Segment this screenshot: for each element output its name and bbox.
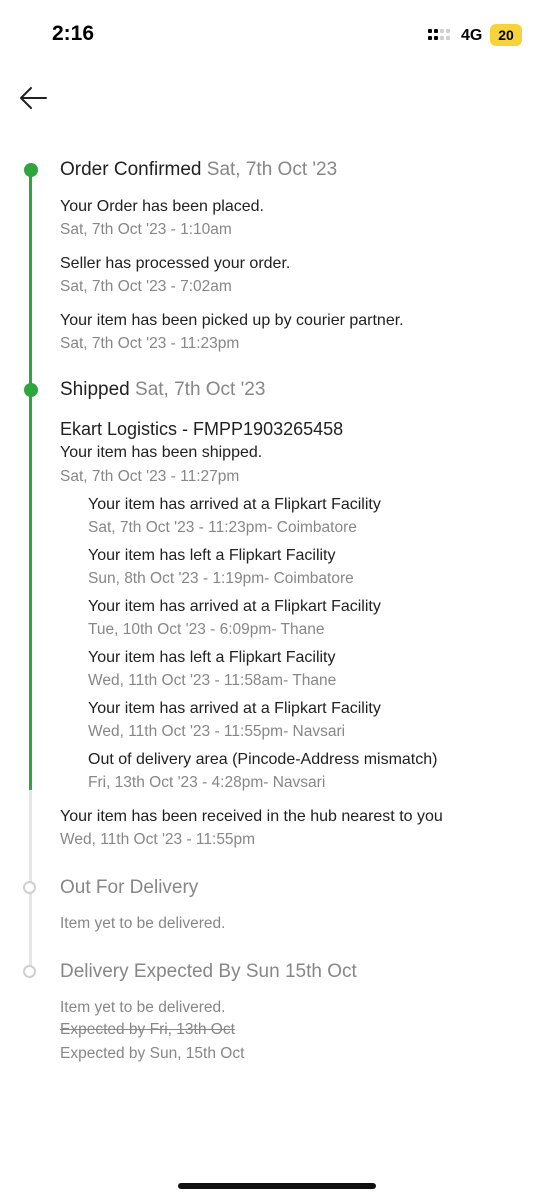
sub-event-text: Your item has arrived at a Flipkart Faci… — [88, 598, 381, 615]
event-text: Your item has been received in the hub n… — [60, 808, 443, 825]
event-text: Your item has been picked up by courier … — [60, 312, 404, 329]
event-time: Sat, 7th Oct '23 - 7:02am — [60, 278, 232, 295]
step-note: Item yet to be delivered. — [60, 999, 226, 1016]
battery-icon: 20 — [490, 24, 522, 46]
back-arrow-icon[interactable] — [18, 86, 48, 110]
sub-event-text: Your item has left a Flipkart Facility — [88, 547, 336, 564]
new-expected-date: Expected by Sun, 15th Oct — [60, 1045, 245, 1062]
timeline-track-completed — [29, 170, 32, 790]
event-time: Sat, 7th Oct '23 - 1:10am — [60, 221, 232, 238]
event-time: Sat, 7th Oct '23 - 11:23pm — [60, 335, 240, 352]
event-time: Wed, 11th Oct '23 - 11:55pm — [60, 831, 256, 848]
sub-event-time: Sun, 8th Oct '23 - 1:19pm- Coimbatore — [88, 570, 354, 587]
step-order-confirmed-heading: Order Confirmed Sat, 7th Oct '23 — [60, 159, 337, 181]
signal-icon — [428, 29, 452, 45]
step-note: Item yet to be delivered. — [60, 915, 226, 932]
home-indicator[interactable] — [178, 1183, 376, 1189]
courier-tracking-id[interactable]: Ekart Logistics - FMPP1903265458 — [60, 419, 343, 440]
step-title: Shipped — [60, 379, 130, 400]
timeline-dot-out-for-delivery — [23, 881, 36, 894]
timeline-track-pending — [29, 790, 32, 970]
event-text: Your Order has been placed. — [60, 198, 264, 215]
step-title: Order Confirmed — [60, 159, 202, 180]
network-label: 4G — [461, 27, 483, 44]
step-shipped-heading: Shipped Sat, 7th Oct '23 — [60, 379, 265, 401]
status-time: 2:16 — [52, 22, 95, 45]
timeline-dot-order-confirmed — [23, 163, 38, 177]
timeline-dot-delivery-expected — [23, 965, 36, 978]
sub-event-time: Wed, 11th Oct '23 - 11:58am- Thane — [88, 672, 337, 689]
sub-event-time: Fri, 13th Oct '23 - 4:28pm- Navsari — [88, 774, 326, 791]
sub-event-text: Out of delivery area (Pincode-Address mi… — [88, 751, 438, 768]
step-out-for-delivery-title: Out For Delivery — [60, 877, 199, 898]
sub-event-text: Your item has arrived at a Flipkart Faci… — [88, 700, 381, 717]
event-text: Seller has processed your order. — [60, 255, 291, 272]
event-text: Your item has been shipped. — [60, 444, 263, 461]
sub-event-time: Tue, 10th Oct '23 - 6:09pm- Thane — [88, 621, 325, 638]
old-expected-date: Expected by Fri, 13th Oct — [60, 1021, 235, 1038]
step-delivery-expected-title: Delivery Expected By Sun 15th Oct — [60, 961, 357, 982]
sub-event-text: Your item has arrived at a Flipkart Faci… — [88, 496, 381, 513]
event-time: Sat, 7th Oct '23 - 11:27pm — [60, 468, 240, 485]
timeline-dot-shipped — [23, 383, 38, 397]
sub-event-time: Sat, 7th Oct '23 - 11:23pm- Coimbatore — [88, 519, 357, 536]
step-date: Sat, 7th Oct '23 — [206, 159, 338, 180]
step-date: Sat, 7th Oct '23 — [135, 379, 266, 400]
sub-event-time: Wed, 11th Oct '23 - 11:55pm- Navsari — [88, 723, 346, 740]
sub-event-text: Your item has left a Flipkart Facility — [88, 649, 336, 666]
